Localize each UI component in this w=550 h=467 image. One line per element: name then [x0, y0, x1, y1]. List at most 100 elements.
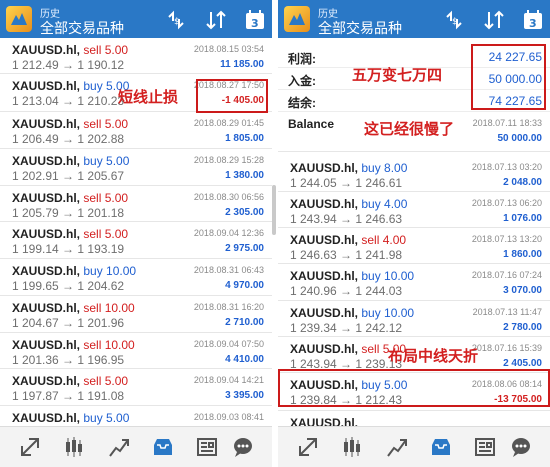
trade-side: buy 5.00	[83, 411, 130, 425]
trade-row[interactable]: XAUUSD.hl, buy 5.00 1 202.91 → 1 205.67 …	[0, 149, 272, 186]
trade-symbol: XAUUSD.hl,	[12, 374, 81, 388]
trade-row[interactable]: XAUUSD.hl, buy 8.00 1 244.05 → 1 246.61 …	[278, 156, 550, 192]
trade-time: 2018.07.13 13:20	[471, 234, 542, 244]
trade-open-price: 1 212.49	[12, 58, 59, 72]
trade-side: buy 10.00	[83, 264, 137, 278]
bottom-nav	[0, 426, 272, 467]
trade-close-price: 1 246.61	[355, 176, 403, 190]
annotation-slow: 这已经很慢了	[364, 121, 455, 138]
header-title: 全部交易品种	[318, 20, 402, 36]
trade-symbol: XAUUSD.hl,	[290, 197, 359, 211]
nav-news-icon[interactable]	[196, 436, 218, 458]
balance-label: Balance	[288, 117, 335, 131]
trade-profit: 2 710.00	[225, 317, 264, 328]
trade-profit: 3 395.00	[225, 390, 264, 401]
trade-row[interactable]: XAUUSD.hl,	[278, 411, 550, 426]
trade-symbol: XAUUSD.hl,	[12, 264, 81, 278]
trade-close-price: 1 204.62	[77, 279, 125, 293]
nav-trade-icon[interactable]	[386, 436, 408, 458]
trade-row[interactable]: XAUUSD.hl, sell 5.00 1 206.49 → 1 202.88…	[0, 112, 272, 149]
trade-side: sell 10.00	[83, 301, 135, 315]
trade-close-price: 1 190.12	[77, 58, 125, 72]
trade-time: 2018.08.15 03:54	[193, 44, 264, 54]
trade-open-price: 1 240.96	[290, 284, 337, 298]
trade-symbol: XAUUSD.hl,	[12, 154, 81, 168]
right-screen: 历史 全部交易品种 $ 3 利润: 24 227.65 入金: 50 000.0…	[278, 0, 550, 467]
trade-symbol: XAUUSD.hl,	[290, 161, 359, 175]
trade-side: sell 5.00	[83, 117, 129, 131]
trade-row[interactable]: XAUUSD.hl, sell 5.00 1 205.79 → 1 201.18…	[0, 186, 272, 222]
trade-row[interactable]: XAUUSD.hl, buy 10.00 1 240.96 → 1 244.03…	[278, 264, 550, 301]
trade-row[interactable]: XAUUSD.hl, sell 4.00 1 246.63 → 1 241.98…	[278, 228, 550, 264]
scroll-handle[interactable]	[272, 185, 276, 235]
trade-open-price: 1 243.94	[290, 212, 337, 226]
trade-time: 2018.08.31 06:43	[193, 265, 264, 275]
trade-profit: 2 405.00	[503, 358, 542, 369]
trade-close-price: 1 201.96	[77, 316, 125, 330]
trade-symbol: XAUUSD.hl,	[290, 416, 359, 426]
trade-time: 2018.07.16 07:24	[471, 270, 542, 280]
currency-exchange-icon[interactable]: $	[443, 9, 465, 31]
sort-icon[interactable]	[483, 9, 505, 31]
trade-row[interactable]: XAUUSD.hl, buy 5.00 2018.09.03 08:41	[0, 406, 272, 426]
trade-time: 2018.09.03 08:41	[193, 412, 264, 422]
trade-symbol: XAUUSD.hl,	[12, 117, 81, 131]
nav-news-icon[interactable]	[474, 436, 496, 458]
trade-profit: 2 780.00	[503, 322, 542, 333]
trade-row[interactable]: XAUUSD.hl, sell 5.00 1 199.14 → 1 193.19…	[0, 222, 272, 259]
left-screen: 历史 全部交易品种 $ 3 XAUUSD.hl, sell 5.00 1 212…	[0, 0, 272, 467]
trade-profit: 2 048.00	[503, 177, 542, 188]
trade-time: 2018.09.04 07:50	[193, 339, 264, 349]
nav-chart-icon[interactable]	[63, 436, 85, 458]
trade-row[interactable]: XAUUSD.hl, buy 10.00 1 239.34 → 1 242.12…	[278, 301, 550, 337]
trade-row[interactable]: XAUUSD.hl, sell 5.00 1 197.87 → 1 191.08…	[0, 369, 272, 406]
summary-label: 结余:	[288, 96, 316, 110]
trade-row[interactable]: XAUUSD.hl, buy 4.00 1 243.94 → 1 246.63 …	[278, 192, 550, 228]
trade-row[interactable]: XAUUSD.hl, sell 10.00 1 204.67 → 1 201.9…	[0, 296, 272, 333]
currency-exchange-icon[interactable]: $	[165, 9, 187, 31]
trade-side: buy 10.00	[361, 269, 415, 283]
trade-open-price: 1 246.63	[290, 248, 337, 262]
trade-side: sell 5.00	[83, 374, 129, 388]
trade-profit: 2 305.00	[225, 207, 264, 218]
trade-close-price: 1 205.67	[77, 169, 125, 183]
trade-side: sell 10.00	[83, 338, 135, 352]
balance-time: 2018.07.11 18:33	[472, 118, 542, 128]
trade-symbol: XAUUSD.hl,	[290, 342, 359, 356]
trade-symbol: XAUUSD.hl,	[12, 227, 81, 241]
nav-history-icon[interactable]	[430, 436, 452, 458]
trade-profit: 4 970.00	[225, 280, 264, 291]
app-logo-icon[interactable]	[284, 6, 310, 32]
nav-quotes-icon[interactable]	[297, 436, 319, 458]
loss-highlight-box	[196, 79, 268, 113]
annotation-stop-loss: 短线止损	[118, 89, 179, 106]
trade-open-price: 1 204.67	[12, 316, 59, 330]
trade-row[interactable]: XAUUSD.hl, sell 5.00 1 212.49 → 1 190.12…	[0, 38, 272, 74]
trade-profit: 1 380.00	[225, 170, 264, 181]
trade-row[interactable]: XAUUSD.hl, buy 10.00 1 199.65 → 1 204.62…	[0, 259, 272, 296]
sort-icon[interactable]	[205, 9, 227, 31]
nav-trade-icon[interactable]	[108, 436, 130, 458]
trade-time: 2018.09.04 12:36	[193, 228, 264, 238]
nav-quotes-icon[interactable]	[19, 436, 41, 458]
calendar-icon[interactable]: 3	[244, 9, 266, 31]
trade-close-price: 1 193.19	[77, 242, 125, 256]
trade-symbol: XAUUSD.hl,	[290, 269, 359, 283]
nav-chat-icon[interactable]	[510, 436, 532, 458]
app-logo-icon[interactable]	[6, 6, 32, 32]
trade-side: sell 4.00	[361, 233, 407, 247]
trade-row[interactable]: XAUUSD.hl, sell 10.00 1 201.36 → 1 196.9…	[0, 333, 272, 369]
trade-symbol: XAUUSD.hl,	[12, 79, 81, 93]
trade-close-price: 1 241.98	[355, 248, 403, 262]
trade-time: 2018.08.29 01:45	[193, 118, 264, 128]
trade-side: buy 8.00	[361, 161, 408, 175]
nav-history-icon[interactable]	[152, 436, 174, 458]
nav-chart-icon[interactable]	[341, 436, 363, 458]
trade-close-price: 1 202.88	[77, 132, 125, 146]
nav-chat-icon[interactable]	[232, 436, 254, 458]
trade-close-price: 1 242.12	[355, 321, 403, 335]
trade-open-price: 1 202.91	[12, 169, 59, 183]
trade-time: 2018.07.16 15:39	[471, 343, 542, 353]
bottom-nav	[278, 426, 550, 467]
calendar-icon[interactable]: 3	[522, 9, 544, 31]
